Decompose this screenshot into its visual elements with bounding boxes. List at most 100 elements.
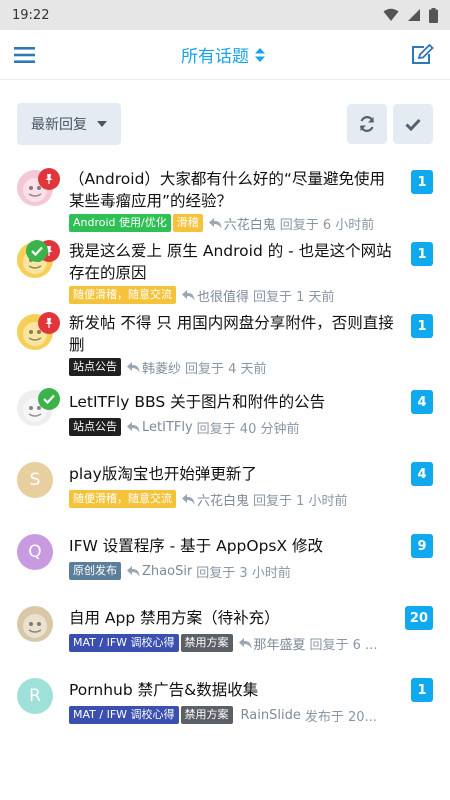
topic-tag[interactable]: 随便滑稽，随意交流 (69, 490, 176, 508)
status-icons (383, 7, 438, 23)
wifi-icon (383, 8, 399, 21)
topic-meta: Android 使用/优化 滑稽 六花白鬼 回复于 6 小时前 (69, 214, 399, 232)
reply-count-badge: 20 (404, 606, 433, 630)
reply-count-badge: 4 (411, 390, 433, 414)
topic-tag[interactable]: 站点公告 (69, 418, 121, 436)
topic-title[interactable]: play版淘宝也开始弹更新了 (69, 463, 399, 485)
reply-icon (208, 217, 222, 229)
topic-title[interactable]: 我是这么爱上 原生 Android 的 - 也是这个网站存在的原因 (69, 240, 399, 284)
topic-meta: MAT / IFW 调校心得 禁用方案 RainSlide 发布于 20... (69, 706, 399, 724)
reply-count-badge: 4 (411, 462, 433, 486)
sort-dropdown[interactable]: 最新回复 (17, 103, 121, 145)
reply-count-badge: 1 (411, 678, 433, 702)
reply-time: 回复于 1 小时前 (253, 493, 348, 509)
reply-time: 回复于 40 分钟前 (196, 421, 300, 437)
reply-time: 回复于 3 小时前 (196, 565, 291, 581)
reply-icon (238, 637, 252, 649)
reply-icon (127, 361, 140, 373)
reply-count-badge: 9 (411, 534, 433, 558)
reply-icon (127, 565, 140, 577)
topic-row[interactable]: 自用 App 禁用方案（待补充） MAT / IFW 调校心得 禁用方案 那年盛夏 回复… (0, 600, 450, 672)
reply-user[interactable]: RainSlide (241, 708, 301, 723)
refresh-button[interactable] (347, 104, 387, 144)
topic-tag[interactable]: MAT / IFW 调校心得 (69, 706, 179, 724)
avatar-letter: Q (28, 542, 42, 562)
reply-user[interactable]: ZhaoSir (142, 564, 192, 579)
mark-read-button[interactable] (393, 104, 433, 144)
topic-title[interactable]: IFW 设置程序 - 基于 AppOpsX 修改 (69, 535, 399, 557)
topic-meta: 原创发布 ZhaoSir 回复于 3 小时前 (69, 562, 399, 580)
topic-tag[interactable]: 禁用方案 (180, 706, 233, 724)
reply-user[interactable]: LetITFly (142, 420, 193, 435)
category-selector[interactable]: 所有话题 (181, 42, 265, 67)
menu-icon[interactable] (14, 46, 36, 64)
topic-title[interactable]: 自用 App 禁用方案（待补充） (69, 607, 399, 629)
avatar-letter: S (29, 470, 41, 490)
reply-user[interactable]: 也很值得 (197, 286, 249, 305)
last-reply: 六花白鬼 回复于 1 小时前 (182, 490, 348, 508)
reply-count-badge: 1 (411, 242, 433, 266)
topic-tag[interactable]: 原创发布 (69, 562, 121, 580)
topic-row[interactable]: 我是这么爱上 原生 Android 的 - 也是这个网站存在的原因随便滑稽，随意… (0, 240, 450, 312)
topic-row[interactable]: R Pornhub 禁广告&数据收集 MAT / IFW 调校心得 禁用方案 RainS… (0, 672, 450, 744)
reply-user[interactable]: 六花白鬼 (224, 214, 276, 233)
reply-time: 回复于 4 天前 (185, 361, 267, 377)
last-reply: 六花白鬼 回复于 6 小时前 (208, 214, 375, 233)
solved-icon (26, 240, 48, 262)
toolbar: 最新回复 (0, 80, 450, 168)
reply-icon (127, 421, 140, 433)
topic-title[interactable]: （Android）大家都有什么好的“尽量避免使用某些毒瘤应用”的经验？ (69, 168, 399, 212)
avatar[interactable]: R (17, 678, 53, 714)
reply-user[interactable]: 韩菱纱 (142, 358, 181, 377)
last-reply: ZhaoSir 回复于 3 小时前 (127, 562, 291, 580)
reply-time: 发布于 20... (304, 709, 377, 725)
topic-tag[interactable]: MAT / IFW 调校心得 (69, 634, 179, 652)
topic-meta: 随便滑稽，随意交流 也很值得 回复于 1 天前 (69, 286, 399, 304)
last-reply: RainSlide 发布于 20... (239, 706, 377, 725)
last-reply: LetITFly 回复于 40 分钟前 (127, 418, 299, 436)
topic-meta: 站点公告 LetITFly 回复于 40 分钟前 (69, 418, 399, 436)
topic-title[interactable]: LetITFly BBS 关于图片和附件的公告 (69, 391, 399, 413)
topic-row[interactable]: （Android）大家都有什么好的“尽量避免使用某些毒瘤应用”的经验？ Andro… (0, 168, 450, 240)
battery-icon (429, 7, 438, 23)
solved-icon (38, 388, 60, 410)
avatar-letter: R (29, 686, 41, 706)
page-title: 所有话题 (181, 47, 249, 67)
reply-time: 回复于 6 ... (309, 637, 378, 653)
caret-down-icon (97, 121, 107, 127)
last-reply: 韩菱纱 回复于 4 天前 (127, 358, 267, 376)
reply-time: 回复于 6 小时前 (279, 217, 375, 233)
reply-count-badge: 1 (411, 314, 433, 338)
topic-tag[interactable]: 站点公告 (69, 358, 121, 376)
topic-row[interactable]: Splay版淘宝也开始弹更新了 随便滑稽，随意交流 六花白鬼 回复于 1 小时前 4 (0, 456, 450, 528)
topic-meta: MAT / IFW 调校心得 禁用方案 那年盛夏 回复于 6 ... (69, 634, 399, 652)
avatar[interactable]: Q (17, 534, 53, 570)
topic-meta: 随便滑稽，随意交流 六花白鬼 回复于 1 小时前 (69, 490, 399, 508)
reply-time: 回复于 1 天前 (253, 289, 335, 305)
topic-row[interactable]: LetITFly BBS 关于图片和附件的公告站点公告 LetITFly 回复于 4… (0, 384, 450, 456)
compose-icon[interactable] (410, 43, 434, 66)
pinned-icon (38, 312, 60, 334)
avatar[interactable] (17, 606, 53, 642)
status-bar: 19:22 (0, 0, 450, 30)
topic-tag[interactable]: 随便滑稽，随意交流 (69, 286, 176, 304)
reply-count-badge: 1 (411, 170, 433, 194)
reply-icon (182, 493, 195, 505)
topic-tag[interactable]: 禁用方案 (180, 634, 233, 652)
last-reply: 也很值得 回复于 1 天前 (182, 286, 335, 304)
check-icon (405, 118, 421, 131)
sort-label: 最新回复 (31, 117, 87, 133)
topic-tag[interactable]: Android 使用/优化 (69, 214, 171, 232)
topic-row[interactable]: 新发帖 不得 只 用国内网盘分享附件，否则直接删 站点公告 韩菱纱 回复于 4 天前 1 (0, 312, 450, 384)
topic-tag[interactable]: 滑稽 (172, 214, 203, 232)
pinned-icon (38, 168, 60, 190)
topic-row[interactable]: Q IFW 设置程序 - 基于 AppOpsX 修改原创发布 ZhaoSir 回复于 … (0, 528, 450, 600)
app-bar: 所有话题 (0, 30, 450, 80)
topic-title[interactable]: 新发帖 不得 只 用国内网盘分享附件，否则直接删 (69, 312, 399, 356)
reply-user[interactable]: 那年盛夏 (254, 634, 306, 653)
avatar[interactable]: S (17, 462, 53, 498)
topic-meta: 站点公告 韩菱纱 回复于 4 天前 (69, 358, 399, 376)
topic-title[interactable]: Pornhub 禁广告&数据收集 (69, 679, 399, 701)
last-reply: 那年盛夏 回复于 6 ... (238, 634, 378, 653)
reply-user[interactable]: 六花白鬼 (197, 490, 249, 509)
